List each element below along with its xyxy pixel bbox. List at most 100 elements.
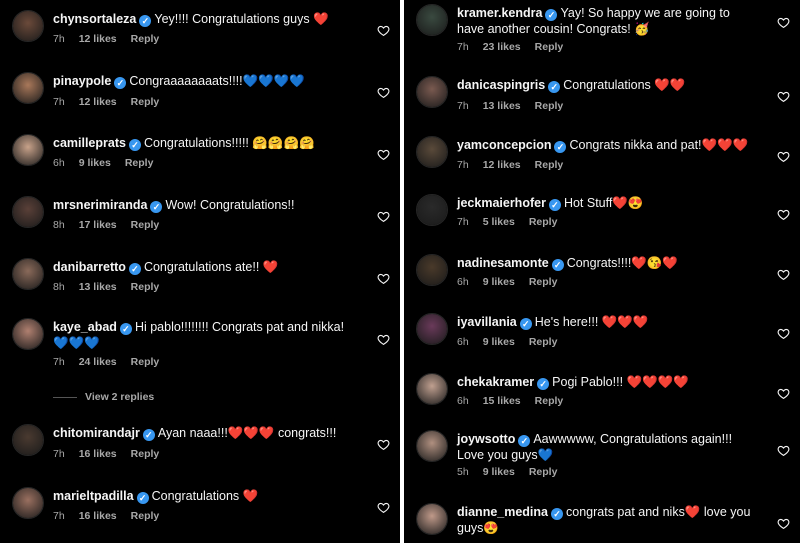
comment-likes[interactable]: 13 likes (79, 281, 117, 293)
reply-button[interactable]: Reply (529, 466, 558, 478)
comment-text: Congratulations ❤️❤️ (563, 78, 686, 92)
like-heart-icon[interactable] (377, 501, 390, 514)
comment-username[interactable]: kaye_abad (53, 320, 117, 334)
comment-username[interactable]: mrsnerimiranda (53, 198, 147, 212)
avatar[interactable] (416, 313, 448, 345)
like-heart-icon[interactable] (377, 272, 390, 285)
like-heart-icon[interactable] (777, 150, 790, 163)
comment-likes[interactable]: 24 likes (79, 356, 117, 368)
comment-text: Pogi Pablo!!! ❤️❤️❤️❤️ (552, 375, 689, 389)
reply-button[interactable]: Reply (535, 159, 564, 171)
comment-likes[interactable]: 9 likes (483, 466, 515, 478)
comment-likes[interactable]: 9 likes (79, 157, 111, 169)
comment-likes[interactable]: 9 likes (483, 336, 515, 348)
comment-time: 7h (457, 159, 469, 171)
avatar[interactable] (12, 72, 44, 104)
avatar[interactable] (12, 10, 44, 42)
comment-body: jeckmaierhofer ✓ Hot Stuff❤️😍 (457, 195, 756, 211)
reply-button[interactable]: Reply (529, 276, 558, 288)
reply-button[interactable]: Reply (529, 216, 558, 228)
like-heart-icon[interactable] (777, 268, 790, 281)
verified-badge-icon: ✓ (150, 201, 163, 213)
view-replies-button[interactable]: View 2 replies (53, 391, 154, 403)
reply-button[interactable]: Reply (131, 448, 160, 460)
reply-button[interactable]: Reply (131, 281, 160, 293)
comment-likes[interactable]: 15 likes (483, 395, 521, 407)
like-heart-icon[interactable] (777, 444, 790, 457)
avatar[interactable] (416, 136, 448, 168)
comment-likes[interactable]: 16 likes (79, 448, 117, 460)
like-heart-icon[interactable] (777, 90, 790, 103)
avatar[interactable] (416, 373, 448, 405)
avatar[interactable] (12, 134, 44, 166)
like-heart-icon[interactable] (377, 438, 390, 451)
comment-username[interactable]: joywsotto (457, 432, 515, 446)
reply-button[interactable]: Reply (125, 157, 154, 169)
comment-username[interactable]: marieltpadilla (53, 489, 134, 503)
comment-body: pinaypole ✓ Congraaaaaaaats!!!!💙💙💙💙 (53, 73, 356, 89)
comment-username[interactable]: iyavillania (457, 315, 517, 329)
comment-username[interactable]: chekakramer (457, 375, 534, 389)
comment-likes[interactable]: 12 likes (79, 33, 117, 45)
comment-likes[interactable]: 5 likes (483, 216, 515, 228)
comments-column-right: kramer.kendra ✓ Yay! So happy we are going… (404, 0, 800, 543)
reply-button[interactable]: Reply (131, 33, 160, 45)
avatar[interactable] (12, 424, 44, 456)
comment-meta: 8h 17 likes Reply (53, 219, 173, 231)
reply-button[interactable]: Reply (535, 100, 564, 112)
reply-button[interactable]: Reply (131, 219, 160, 231)
comment-likes[interactable]: 17 likes (79, 219, 117, 231)
verified-badge-icon: ✓ (548, 81, 561, 93)
like-heart-icon[interactable] (377, 210, 390, 223)
avatar[interactable] (12, 487, 44, 519)
comment-body: yamconcepcion ✓ Congrats nikka and pat!❤️❤… (457, 137, 756, 153)
comment-likes[interactable]: 12 likes (483, 159, 521, 171)
comment-username[interactable]: jeckmaierhofer (457, 196, 546, 210)
comment-body: joywsotto ✓ Aawwwww, Congratulations again… (457, 431, 756, 463)
comment-username[interactable]: chitomirandajr (53, 426, 140, 440)
avatar[interactable] (416, 254, 448, 286)
like-heart-icon[interactable] (777, 387, 790, 400)
like-heart-icon[interactable] (777, 16, 790, 29)
comment-username[interactable]: camilleprats (53, 136, 126, 150)
comment-likes[interactable]: 13 likes (483, 100, 521, 112)
comment-username[interactable]: dianne_medina (457, 505, 548, 519)
comment-likes[interactable]: 23 likes (483, 41, 521, 53)
reply-button[interactable]: Reply (131, 356, 160, 368)
comment-username[interactable]: nadinesamonte (457, 256, 549, 270)
comment-username[interactable]: pinaypole (53, 74, 111, 88)
comment-likes[interactable]: 12 likes (79, 96, 117, 108)
avatar[interactable] (416, 503, 448, 535)
reply-button[interactable]: Reply (529, 336, 558, 348)
avatar[interactable] (12, 196, 44, 228)
like-heart-icon[interactable] (777, 208, 790, 221)
reply-button[interactable]: Reply (131, 510, 160, 522)
comment-likes[interactable]: 9 likes (483, 276, 515, 288)
avatar[interactable] (416, 76, 448, 108)
avatar[interactable] (416, 430, 448, 462)
avatar[interactable] (416, 194, 448, 226)
reply-button[interactable]: Reply (535, 41, 564, 53)
comment-meta: 7h 5 likes Reply (457, 216, 571, 228)
comment-meta: 6h 9 likes Reply (457, 336, 571, 348)
avatar[interactable] (12, 258, 44, 290)
comment-likes[interactable]: 16 likes (79, 510, 117, 522)
comment-username[interactable]: danicaspingris (457, 78, 545, 92)
comment-username[interactable]: danibarretto (53, 260, 126, 274)
like-heart-icon[interactable] (377, 24, 390, 37)
avatar[interactable] (416, 4, 448, 36)
like-heart-icon[interactable] (377, 148, 390, 161)
like-heart-icon[interactable] (777, 517, 790, 530)
like-heart-icon[interactable] (777, 327, 790, 340)
verified-badge-icon: ✓ (128, 263, 141, 275)
comment-meta: 6h 15 likes Reply (457, 395, 577, 407)
reply-button[interactable]: Reply (131, 96, 160, 108)
like-heart-icon[interactable] (377, 86, 390, 99)
reply-button[interactable]: Reply (535, 395, 564, 407)
comment-username[interactable]: chynsortaleza (53, 12, 136, 26)
comment-meta: 7h 23 likes Reply (457, 41, 577, 53)
avatar[interactable] (12, 318, 44, 350)
like-heart-icon[interactable] (377, 333, 390, 346)
comment-username[interactable]: kramer.kendra (457, 6, 542, 20)
comment-username[interactable]: yamconcepcion (457, 138, 551, 152)
